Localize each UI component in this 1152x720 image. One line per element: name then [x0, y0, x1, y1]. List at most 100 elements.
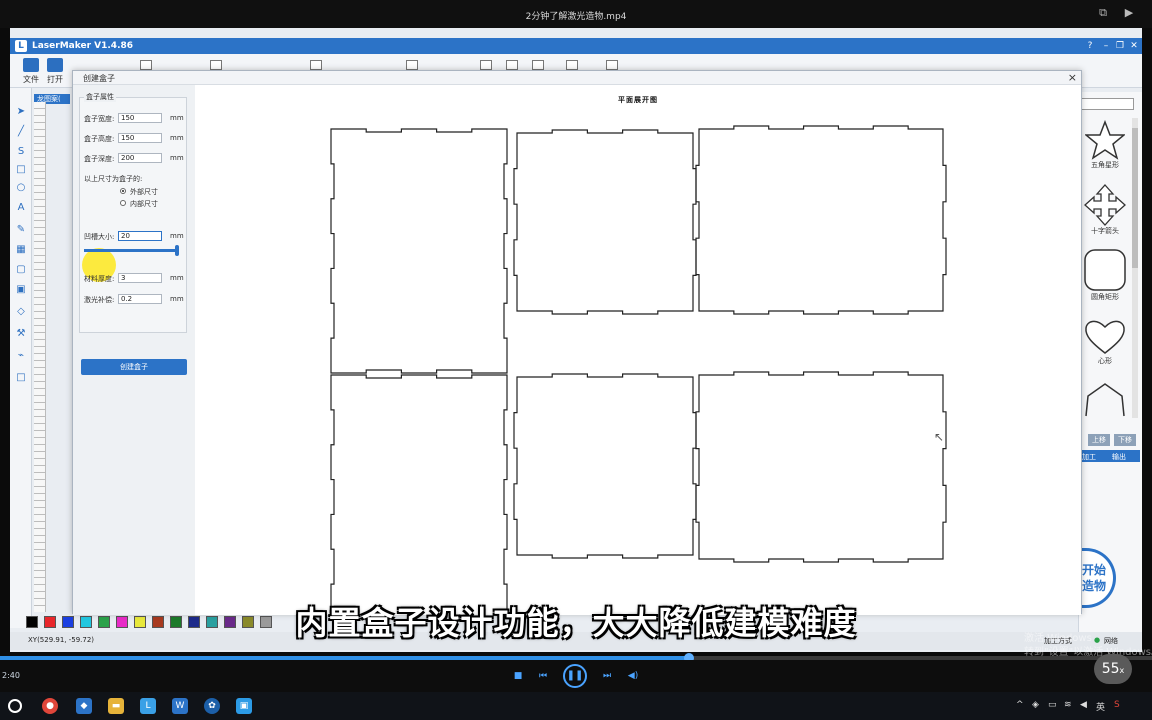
eraser-tool-icon[interactable]: ◇	[15, 306, 27, 318]
player-taskbar-icon[interactable]: ✿	[204, 698, 220, 714]
open-button-label: 打开	[47, 75, 63, 84]
tab-process[interactable]: 加工	[1082, 452, 1096, 462]
knife-tool-icon[interactable]: ⌁	[15, 350, 27, 362]
shape-category-select[interactable]	[1078, 98, 1134, 110]
browser-icon[interactable]: ◆	[76, 698, 92, 714]
move-up-button[interactable]: 上移	[1088, 434, 1110, 446]
box-panels-drawing	[330, 125, 947, 615]
shape-cross-arrow[interactable]: 十字箭头	[1080, 184, 1130, 236]
volume-icon[interactable]: ◀)	[625, 668, 641, 684]
tray-wifi-icon[interactable]: ≋	[1064, 700, 1072, 710]
square-tool-icon[interactable]: □	[15, 372, 27, 384]
tray-ime-icon[interactable]: 英	[1096, 700, 1105, 713]
shape-pentagon[interactable]	[1080, 382, 1130, 418]
slider-knob[interactable]	[175, 245, 179, 256]
width-input[interactable]: 150	[118, 113, 162, 123]
speed-badge: 55x	[1094, 654, 1132, 684]
image-icon[interactable]	[506, 60, 518, 70]
tab-size-slider[interactable]	[84, 245, 179, 256]
dialog-close-icon[interactable]: ×	[1068, 71, 1077, 84]
screen: 2分钟了解激光造物.mp4 ⧉ ▶ L LaserMaker V1.4.86 ?…	[0, 0, 1152, 720]
box-icon[interactable]	[532, 60, 544, 70]
box-properties-group: 盒子属性 盒子宽度: 150 mm 盒子高度: 150 mm 盒子深度: 200…	[79, 92, 187, 333]
size-note: 以上尺寸为盒子的:	[84, 175, 143, 183]
height-label: 盒子高度:	[84, 135, 115, 143]
array-icon[interactable]	[480, 60, 492, 70]
restore-icon[interactable]: ❐	[1114, 40, 1126, 52]
editor-icon[interactable]: W	[172, 698, 188, 714]
pen-tool-icon[interactable]: ✎	[15, 224, 27, 236]
open-button[interactable]: 打开	[42, 58, 68, 85]
tab-size-input[interactable]: 20	[118, 231, 162, 241]
app-name: LaserMaker V1.4.86	[32, 41, 134, 51]
line-tool-icon[interactable]: ╱	[15, 126, 27, 138]
group-title: 盒子属性	[84, 92, 116, 102]
gear-tool-icon[interactable]	[566, 60, 578, 70]
pentagon-icon	[1085, 383, 1125, 417]
outer-size-label: 外部尺寸	[130, 188, 158, 196]
shape-heart[interactable]: 心形	[1080, 318, 1130, 366]
playlist-icon[interactable]: ▶	[1122, 6, 1136, 20]
stop-icon[interactable]: ■	[510, 668, 526, 684]
image-tool-icon[interactable]: ▣	[15, 284, 27, 296]
vertical-ruler	[34, 102, 46, 612]
thickness-input[interactable]: 3	[118, 273, 162, 283]
close-icon[interactable]: ✕	[1128, 40, 1140, 52]
tray-app-icon[interactable]: S	[1114, 700, 1120, 710]
curve-tool-icon[interactable]: S	[15, 146, 27, 158]
depth-input[interactable]: 200	[118, 153, 162, 163]
rotate-icon[interactable]	[406, 60, 418, 70]
search-circle-icon[interactable]	[8, 699, 22, 713]
tray-volume-icon[interactable]: ◀	[1080, 700, 1087, 710]
box-settings-panel: 盒子属性 盒子宽度: 150 mm 盒子高度: 150 mm 盒子深度: 200…	[73, 85, 195, 615]
shape-heart-label: 心形	[1098, 357, 1112, 365]
lasermaker-taskbar-icon[interactable]: L	[140, 698, 156, 714]
shape-star[interactable]: 五角星形	[1080, 120, 1130, 170]
file-button[interactable]: 文件	[18, 58, 44, 85]
table-tool-icon[interactable]: ▦	[15, 244, 27, 256]
media-icon[interactable]: ▣	[236, 698, 252, 714]
align-icon[interactable]	[210, 60, 222, 70]
hammer-tool-icon[interactable]: ⚒	[15, 328, 27, 340]
create-box-button[interactable]: 创建盒子	[81, 359, 187, 375]
explorer-icon[interactable]: ▬	[108, 698, 124, 714]
previous-icon[interactable]: ⏮	[535, 668, 551, 684]
height-input[interactable]: 150	[118, 133, 162, 143]
help-icon[interactable]: ?	[1084, 40, 1096, 52]
cross-arrow-icon	[1084, 184, 1126, 226]
start-making-label: 开始 造物	[1082, 563, 1107, 593]
minimize-icon[interactable]: –	[1100, 40, 1112, 52]
player-controls: 2:40 ■ ⏮ ❚❚ ⏭ ◀)	[0, 660, 1152, 692]
depth-unit: mm	[170, 154, 184, 162]
ellipse-tool-icon[interactable]: ○	[15, 182, 27, 194]
grid-icon[interactable]	[140, 60, 152, 70]
chrome-icon[interactable]: ●	[42, 698, 58, 714]
video-subtitle: 内置盒子设计功能，大大降低建模难度	[295, 604, 857, 642]
tab-output[interactable]: 输出	[1112, 452, 1126, 462]
shape-cross-arrow-label: 十字箭头	[1091, 227, 1119, 235]
move-down-button[interactable]: 下移	[1114, 434, 1136, 446]
next-icon[interactable]: ⏭	[599, 668, 615, 684]
tray-chevron-icon[interactable]: ^	[1016, 700, 1024, 710]
inner-size-radio[interactable]	[120, 200, 126, 206]
kerf-input[interactable]: 0.2	[118, 294, 162, 304]
video-title: 2分钟了解激光造物.mp4	[525, 12, 627, 22]
picture-in-picture-icon[interactable]: ⧉	[1096, 6, 1110, 20]
outer-size-radio[interactable]	[120, 188, 126, 194]
frame-tool-icon[interactable]: ▢	[15, 264, 27, 276]
current-time: 2:40	[2, 671, 20, 680]
folder-icon	[23, 58, 39, 72]
shape-panel-scrollbar[interactable]	[1132, 118, 1138, 418]
lock-icon[interactable]	[310, 60, 322, 70]
rectangle-tool-icon[interactable]: □	[15, 164, 27, 176]
heart-icon	[1085, 320, 1125, 354]
select-tool-icon[interactable]: ➤	[15, 106, 27, 118]
tray-shield-icon[interactable]: ◈	[1032, 700, 1039, 710]
export-icon[interactable]	[606, 60, 618, 70]
tray-network-icon[interactable]: ▭	[1048, 700, 1057, 710]
pause-icon[interactable]: ❚❚	[563, 664, 587, 688]
text-tool-icon[interactable]: A	[15, 202, 27, 214]
box-panel-bottom	[695, 371, 947, 563]
shape-rounded-rect[interactable]: 圆角矩形	[1080, 248, 1130, 302]
box-panel-front	[330, 128, 508, 374]
